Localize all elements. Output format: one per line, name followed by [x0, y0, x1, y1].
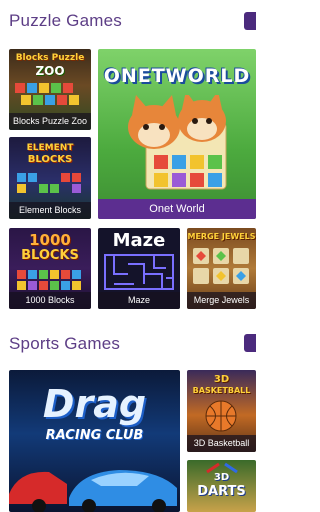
game-logo-text: DARTS [197, 484, 246, 499]
game-caption: 1000 Blocks [9, 292, 91, 309]
game-logo-text: ONETWORLD [103, 65, 251, 87]
game-logo-text: 3D [213, 374, 230, 385]
game-logo-text: ELEMENT [26, 143, 74, 153]
game-tile-drag-racing-club[interactable]: Drag RACING CLUB [9, 370, 180, 512]
game-tile-merge-jewels[interactable]: MERGE JEWELS Merge Jewels [187, 228, 256, 309]
game-tile-maze[interactable]: Maze Maze [98, 228, 180, 309]
darts-graphic [206, 462, 238, 474]
game-logo-text: BLOCKS [21, 248, 79, 263]
section-title-puzzle: Puzzle Games [9, 11, 122, 30]
game-logo-text: RACING CLUB [45, 428, 144, 443]
game-logo-text: BLOCKS [27, 154, 73, 165]
game-logo-text: BASKETBALL [192, 386, 251, 395]
game-logo-text: MERGE JEWELS [187, 232, 256, 241]
game-tile-1000-blocks[interactable]: 1000 BLOCKS 1000 Blocks [9, 228, 91, 309]
race-cars-graphic [9, 470, 177, 512]
basketball-graphic [205, 400, 237, 432]
game-tile-onet-world[interactable]: ONETWORLD Onet World [98, 49, 256, 219]
block-grid-graphic [17, 173, 81, 193]
game-caption: Maze [98, 292, 180, 309]
game-logo-text: ZOO [35, 64, 65, 78]
game-caption: Onet World [98, 199, 256, 219]
block-grid-graphic [17, 270, 81, 290]
game-caption: Blocks Puzzle Zoo [9, 113, 91, 130]
game-logo-text: 1000 [29, 231, 71, 249]
game-tile-blocks-puzzle-zoo[interactable]: Blocks Puzzle ZOO Blocks Puzzle Zoo [9, 49, 91, 130]
jewel-grid-graphic [193, 248, 249, 284]
game-caption: Merge Jewels [187, 292, 256, 309]
game-tile-3d-darts[interactable]: 3D DARTS [187, 460, 256, 512]
game-tile-3d-basketball[interactable]: 3D BASKETBALL 3D Basketball [187, 370, 256, 452]
puzzle-more-button[interactable] [244, 12, 256, 30]
game-logo-text: Maze [112, 230, 166, 251]
game-logo-text: Drag [42, 382, 147, 426]
game-tile-element-blocks[interactable]: ELEMENT BLOCKS Element Blocks [9, 137, 91, 219]
game-caption: 3D Basketball [187, 435, 256, 452]
section-title-sports: Sports Games [9, 334, 121, 353]
sports-more-button[interactable] [244, 334, 256, 352]
block-grid-graphic [15, 83, 79, 105]
game-logo-text: Blocks Puzzle [15, 53, 85, 63]
game-caption: Element Blocks [9, 202, 91, 219]
maze-graphic [104, 254, 174, 290]
fox-characters-graphic [128, 95, 227, 190]
